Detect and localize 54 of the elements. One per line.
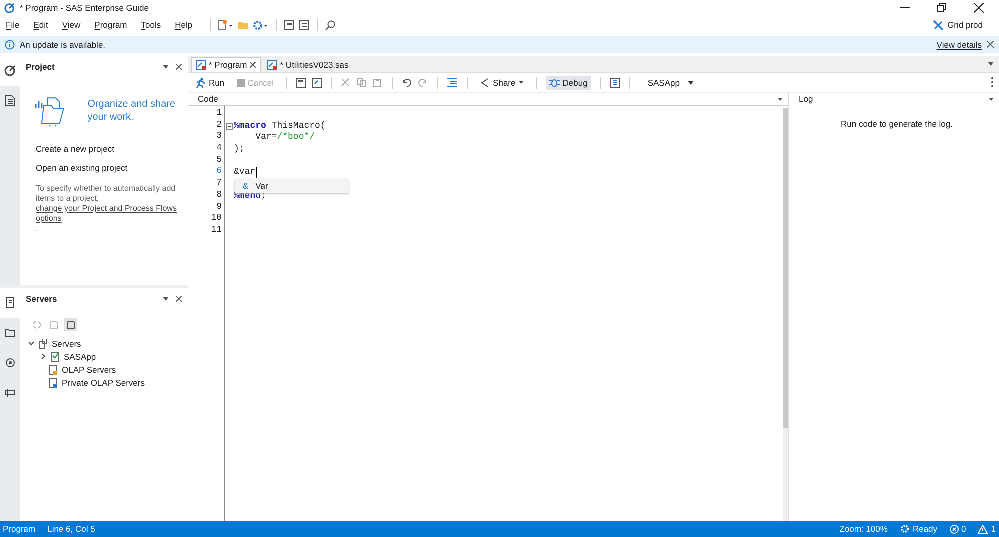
status-mode: Program	[3, 524, 36, 534]
line-number: 8	[216, 190, 223, 202]
log-message: Run code to generate the log.	[841, 119, 954, 129]
pane-title: Log	[799, 94, 814, 104]
menu-item[interactable]: Help	[175, 20, 193, 30]
panel-title: Project	[26, 62, 55, 72]
server-dropdown[interactable]: SASApp	[644, 76, 697, 90]
tree-item[interactable]: Private OLAP Servers	[62, 378, 145, 388]
line-number: 3	[216, 131, 223, 144]
run-button[interactable]: Run	[193, 76, 228, 90]
suggestion-item[interactable]: Var	[256, 181, 268, 192]
window-title: * Program - SAS Enterprise Guide	[20, 3, 149, 13]
line-number: 10	[211, 213, 223, 225]
notification-text: An update is available.	[20, 40, 106, 50]
headline: Organize and share your work.	[88, 98, 177, 124]
code-line: &var	[234, 167, 256, 178]
line-number: 11	[211, 224, 223, 237]
line-number: 4	[216, 143, 223, 155]
panel-title: Servers	[26, 294, 58, 304]
project-action-link[interactable]: Create a new project	[36, 144, 182, 154]
pane-title: Code	[198, 94, 218, 104]
menu-item[interactable]: Program	[94, 20, 128, 30]
line-number: 5	[216, 154, 223, 166]
cursor-position: Line 6, Col 5	[48, 524, 96, 534]
options-link[interactable]: change your Project and Process Flows options	[36, 204, 181, 224]
line-number: 9	[216, 202, 223, 214]
menu-item[interactable]: Tools	[141, 20, 162, 30]
tree-item[interactable]: SASApp	[64, 352, 96, 362]
document-tab[interactable]: * UtilitiesV023.sas	[263, 58, 353, 72]
project-action-link[interactable]: Open an existing project	[36, 163, 182, 173]
line-number: 1	[216, 108, 223, 120]
menu-item[interactable]: File	[6, 20, 20, 30]
autocomplete-popup[interactable]: & Var	[235, 179, 349, 194]
share-button[interactable]: Share	[477, 76, 527, 90]
hint-text: To specify whether to automatically add items to a project, change your Project and Process Flows options .	[36, 184, 181, 234]
debug-button[interactable]: Debug	[546, 76, 591, 90]
line-number: 7	[216, 178, 223, 190]
code-line: %macro ThisMacro(	[234, 120, 326, 131]
code-line: Var=/*boo*/	[254, 132, 316, 142]
view-details-link[interactable]: View details	[936, 40, 982, 50]
zoom-level: Zoom: 100%	[840, 524, 888, 534]
line-number: 2	[216, 120, 223, 132]
menu-item[interactable]: Edit	[34, 20, 48, 30]
error-count: 0	[962, 524, 966, 534]
document-tab[interactable]: * Program	[191, 57, 262, 72]
warning-count: 1	[991, 524, 996, 534]
line-number: 6	[216, 166, 223, 178]
status-state: Ready	[912, 524, 938, 534]
code-line: );	[234, 144, 245, 154]
profile-label[interactable]: Grid prod	[948, 20, 983, 30]
suggestion-symbol: &	[243, 181, 249, 192]
tree-item[interactable]: OLAP Servers	[62, 364, 116, 374]
tree-item[interactable]: Servers	[52, 338, 82, 348]
menu-item[interactable]: View	[62, 20, 81, 30]
